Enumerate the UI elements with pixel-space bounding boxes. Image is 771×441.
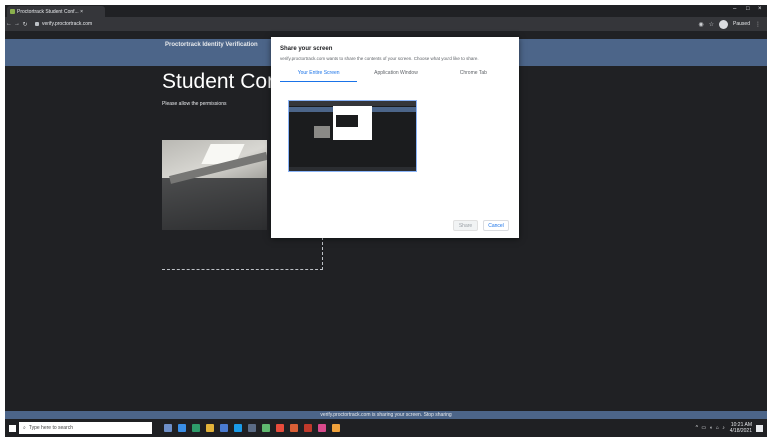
dialog-tabs: Your Entire Screen Application Window Ch…	[280, 70, 512, 82]
taskbar-search[interactable]: ⌕ Type here to search	[19, 422, 152, 434]
tab-entire-screen[interactable]: Your Entire Screen	[280, 70, 358, 82]
share-screen-dialog: Share your screen verify.proctortrack.co…	[271, 37, 519, 238]
forward-icon[interactable]: →	[13, 21, 21, 27]
taskbar-app-icon[interactable]	[332, 424, 340, 432]
taskbar-app-icons	[164, 424, 340, 432]
browser-tab[interactable]: Proctortrack Student Conf... ×	[7, 6, 105, 17]
start-button[interactable]	[5, 424, 19, 432]
taskbar-app-icon[interactable]	[248, 424, 256, 432]
cancel-button[interactable]: Cancel	[483, 220, 509, 231]
star-icon[interactable]: ☆	[709, 21, 714, 28]
taskbar-app-icon[interactable]	[234, 424, 242, 432]
desktop-screen: Proctortrack Student Conf... × – □ × ← →…	[5, 5, 767, 437]
system-tray: ^ ▭ ◖ ⌂ ♪ 10:21 AM 4/18/2021	[696, 422, 763, 434]
tray-icons[interactable]: ^ ▭ ◖ ⌂ ♪	[696, 425, 726, 431]
page-subtitle: Please allow the permissions	[162, 101, 227, 107]
taskbar-app-icon[interactable]	[262, 424, 270, 432]
taskbar-app-icon[interactable]	[276, 424, 284, 432]
taskbar-app-icon[interactable]	[290, 424, 298, 432]
taskbar-app-icon[interactable]	[318, 424, 326, 432]
dialog-title: Share your screen	[280, 46, 333, 52]
lock-icon	[35, 22, 39, 26]
reload-icon[interactable]: ↻	[21, 21, 29, 28]
share-button[interactable]: Share	[453, 220, 478, 231]
page-title: Student Con	[162, 70, 279, 93]
browser-toolbar: ← → ↻ verify.proctortrack.com ◉ ☆ Paused…	[5, 17, 767, 31]
url-text: verify.proctortrack.com	[42, 21, 93, 27]
clock[interactable]: 10:21 AM 4/18/2021	[730, 422, 752, 434]
taskbar-app-icon[interactable]	[220, 424, 228, 432]
windows-taskbar: ⌕ Type here to search ^ ▭ ◖ ⌂ ♪ 10:21 AM…	[5, 419, 767, 437]
search-icon: ⌕	[23, 425, 26, 431]
address-bar[interactable]: verify.proctortrack.com	[35, 21, 92, 27]
maximize-icon[interactable]: □	[746, 6, 750, 12]
taskbar-app-icon[interactable]	[164, 424, 172, 432]
browser-tab-strip: Proctortrack Student Conf... × – □ ×	[5, 5, 767, 17]
taskbar-app-icon[interactable]	[178, 424, 186, 432]
notification-icon[interactable]	[756, 424, 763, 432]
search-placeholder: Type here to search	[28, 425, 74, 431]
tab-title: Proctortrack Student Conf... ×	[17, 8, 84, 15]
tab-chrome-tab[interactable]: Chrome Tab	[435, 70, 512, 82]
screen-preview-thumbnail[interactable]	[288, 100, 417, 172]
windows-logo-icon	[8, 424, 16, 432]
back-icon[interactable]: ←	[5, 21, 13, 27]
taskbar-app-icon[interactable]	[206, 424, 214, 432]
webcam-feed	[162, 140, 267, 230]
taskbar-app-icon[interactable]	[304, 424, 312, 432]
screen-sharing-notice[interactable]: verify.proctortrack.com is sharing your …	[5, 411, 767, 419]
taskbar-app-icon[interactable]	[192, 424, 200, 432]
camera-permission-icon[interactable]: ◉	[698, 21, 703, 28]
site-title: Proctortrack Identity Verification	[165, 42, 258, 48]
profile-status[interactable]: Paused	[733, 21, 750, 27]
clock-date: 4/18/2021	[729, 428, 752, 434]
close-window-icon[interactable]: ×	[758, 6, 762, 12]
menu-icon[interactable]: ⋮	[755, 21, 761, 28]
dialog-description: verify.proctortrack.com wants to share t…	[280, 56, 479, 61]
tab-favicon-icon	[10, 9, 15, 14]
tab-application-window[interactable]: Application Window	[357, 70, 434, 82]
minimize-icon[interactable]: –	[733, 6, 736, 12]
profile-avatar[interactable]	[719, 19, 729, 29]
